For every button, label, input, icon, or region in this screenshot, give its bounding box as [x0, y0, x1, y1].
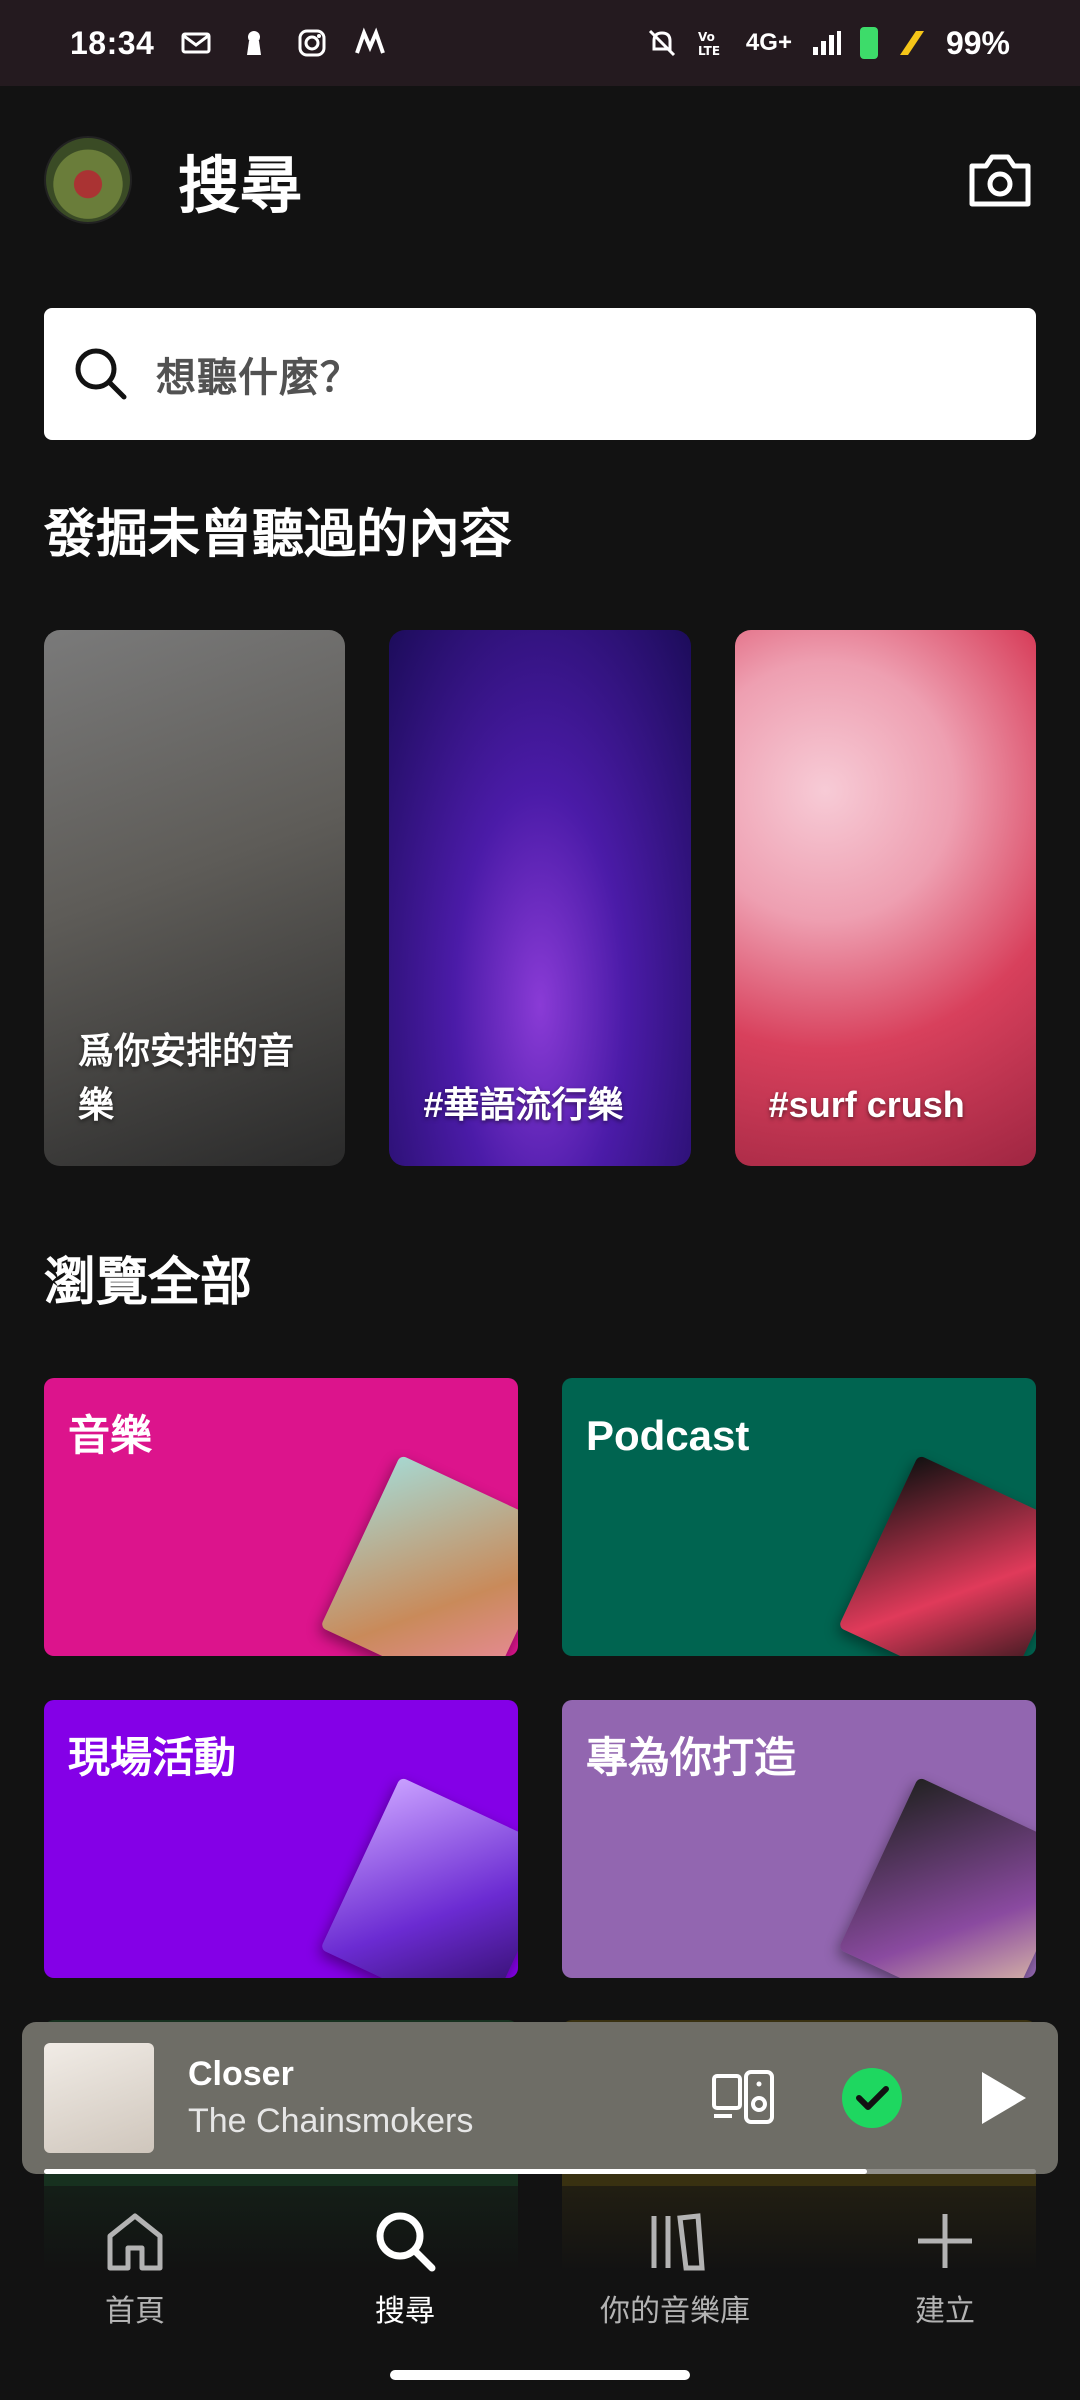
instagram-icon	[298, 29, 326, 57]
library-icon	[651, 2213, 705, 2271]
network-type: 4G+	[745, 29, 792, 56]
browse-card-label: 音樂	[68, 1412, 153, 1459]
charging-icon	[899, 31, 924, 55]
discover-card-label: #華語流行樂	[423, 1084, 624, 1125]
nav-search[interactable]: 搜尋	[285, 2206, 525, 2330]
nav-label: 你的音樂庫	[600, 2295, 750, 2328]
browse-card-label: 專為你打造	[586, 1734, 797, 1781]
browse-grid: 音樂 Podcast 現場活動 專為你打造	[44, 1378, 1036, 1978]
nav-create[interactable]: 建立	[825, 2206, 1065, 2330]
page-header: 搜尋	[44, 120, 1036, 240]
signal-icon	[812, 31, 841, 55]
mail-icon	[181, 32, 211, 54]
browse-card-music[interactable]: 音樂	[44, 1378, 518, 1656]
browse-card-label: 現場活動	[68, 1734, 237, 1781]
nav-home[interactable]: 首頁	[15, 2206, 255, 2330]
browse-card-art	[838, 1454, 1036, 1656]
play-icon[interactable]	[964, 2062, 1036, 2134]
plus-icon	[918, 2214, 972, 2268]
discover-card-surf-crush[interactable]: #surf crush	[734, 630, 1036, 1166]
status-time: 18:34	[70, 24, 155, 61]
svg-text:Vo: Vo	[698, 30, 715, 44]
volte-icon: VoLTE	[698, 30, 720, 58]
page-title: 搜尋	[178, 152, 303, 221]
home-icon	[107, 2213, 163, 2271]
discover-card-label: 爲你安排的音樂	[78, 1030, 295, 1125]
nav-label: 建立	[915, 2295, 975, 2328]
battery-icon	[859, 27, 878, 59]
playback-progress-fill	[44, 2169, 868, 2174]
nav-library[interactable]: 你的音樂庫	[555, 2206, 795, 2330]
saved-check-icon[interactable]	[836, 2062, 908, 2134]
battery-level: 99%	[945, 24, 1010, 61]
player-controls	[708, 2062, 1036, 2134]
connect-device-icon[interactable]	[708, 2062, 780, 2134]
mute-icon	[648, 29, 675, 57]
browse-card-podcast[interactable]: Podcast	[562, 1378, 1036, 1656]
app-icon	[355, 27, 386, 54]
browse-card-label: Podcast	[586, 1412, 750, 1459]
browse-section-title: 瀏覽全部	[44, 1254, 253, 1312]
search-placeholder: 想聽什麼？	[156, 356, 361, 400]
status-bar: 18:34 Vo LTE 4G+ 99%	[0, 0, 1080, 86]
track-cover	[44, 2043, 154, 2153]
svg-text:LTE: LTE	[698, 44, 720, 58]
track-artist: The Chainsmokers	[188, 2102, 474, 2140]
browse-card-art	[320, 1776, 518, 1978]
search-icon	[376, 2212, 436, 2272]
discover-card-label: #surf crush	[768, 1084, 965, 1125]
browse-card-live-events[interactable]: 現場活動	[44, 1700, 518, 1978]
system-icons: Vo LTE 4G+ 99%	[646, 25, 1010, 62]
search-icon	[75, 348, 127, 400]
browse-card-art	[838, 1776, 1036, 1978]
search-input[interactable]: 想聽什麼？	[44, 308, 1036, 440]
browse-card-made-for-you[interactable]: 專為你打造	[562, 1700, 1036, 1978]
playback-progress	[44, 2169, 1036, 2174]
discover-carousel: 爲你安排的音樂 #華語流行樂 #surf crush	[44, 630, 1036, 1166]
nav-label: 搜尋	[375, 2295, 435, 2328]
gesture-home-bar[interactable]	[390, 2370, 690, 2380]
discover-section-title: 發掘未曾聽過的內容	[44, 506, 513, 564]
track-info[interactable]: Closer The Chainsmokers	[188, 2055, 473, 2141]
browse-card-art	[320, 1454, 518, 1656]
nav-label: 首頁	[105, 2295, 165, 2328]
camera-icon[interactable]	[964, 144, 1036, 216]
discover-card-made-for-you[interactable]: 爲你安排的音樂	[44, 630, 346, 1166]
keyhole-icon	[247, 31, 262, 55]
mini-player[interactable]: Closer The Chainsmokers	[22, 2022, 1058, 2174]
discover-card-mandopop[interactable]: #華語流行樂	[389, 630, 691, 1166]
notification-icons	[180, 27, 386, 59]
bottom-nav: 首頁 搜尋 你的音樂庫 建立	[0, 2186, 1080, 2400]
avatar[interactable]	[44, 136, 132, 224]
track-title: Closer	[188, 2055, 294, 2093]
